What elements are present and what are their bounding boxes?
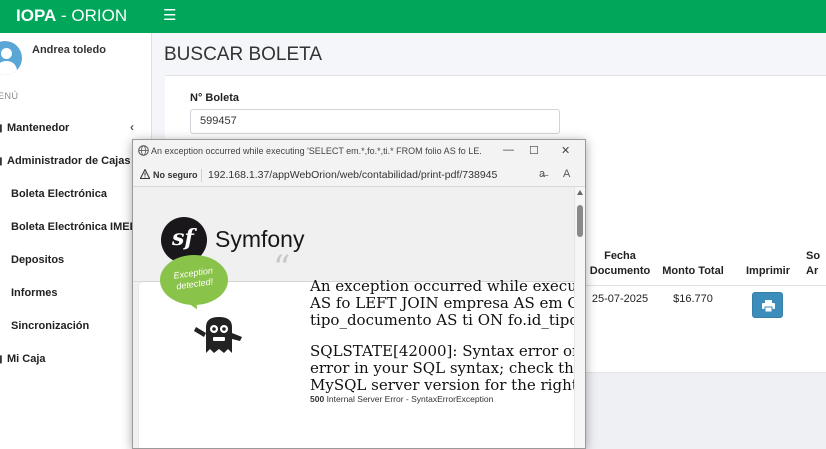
column-header-partial: So Ar xyxy=(806,250,821,277)
url-text[interactable]: 192.168.1.37/appWebOrion/web/contabilida… xyxy=(208,169,497,181)
sidebar-item-mi-caja[interactable]: ▮ Mi Caja xyxy=(0,351,151,371)
cell-monto: $16.770 xyxy=(673,293,713,305)
address-bar[interactable]: No seguro 192.168.1.37/appWebOrion/web/c… xyxy=(133,164,585,187)
quote-mark-icon: “ xyxy=(273,248,291,288)
browser-popup-window[interactable]: An exception occurred while executing 'S… xyxy=(132,139,586,449)
wallet-icon: ▮ xyxy=(0,354,5,365)
close-icon[interactable]: ✕ xyxy=(561,144,570,157)
framework-name: Symfony xyxy=(215,226,305,252)
column-header-fecha-documento: Fecha Documento xyxy=(589,250,651,277)
security-status[interactable]: No seguro xyxy=(153,170,198,180)
hamburger-menu-icon[interactable]: ☰ xyxy=(163,6,176,24)
sidebar-item-mantenedor[interactable]: ▮ Mantenedor ‹ xyxy=(0,120,151,140)
exception-message: An exception occurred while executing ' … xyxy=(310,277,586,394)
text-size-icon[interactable]: A xyxy=(563,168,570,180)
user-avatar xyxy=(0,41,22,75)
scrollbar-thumb[interactable] xyxy=(577,205,583,237)
read-aloud-icon[interactable]: a̶ xyxy=(539,168,545,180)
maximize-icon[interactable]: ☐ xyxy=(529,144,539,157)
sidebar-item-informes[interactable]: ♮ Informes xyxy=(0,285,151,305)
folder-icon: ▮ xyxy=(0,123,5,134)
popup-scrollbar[interactable] xyxy=(574,187,585,448)
globe-icon xyxy=(138,145,149,156)
sidebar-item-boleta-electronica-imed[interactable]: Boleta Electrónica IMED xyxy=(0,219,151,239)
popup-title-bar[interactable]: An exception occurred while executing 'S… xyxy=(133,140,585,164)
page-title: BUSCAR BOLETA xyxy=(164,44,323,65)
table-header-divider xyxy=(575,285,826,286)
warning-icon xyxy=(140,169,150,179)
popup-title-text: An exception occurred while executing 'S… xyxy=(151,146,481,156)
top-navbar: IOPA - ORION ☰ xyxy=(0,0,826,33)
menu-header: ENÚ xyxy=(0,91,19,101)
print-button[interactable] xyxy=(752,292,783,318)
sync-icon: ♮ xyxy=(0,321,5,332)
chevron-left-icon: ‹ xyxy=(130,120,134,134)
sidebar: Andrea toledo ENÚ ▮ Mantenedor ‹ ▮ Admin… xyxy=(0,33,152,449)
minimize-icon[interactable]: — xyxy=(503,144,514,156)
cash-register-icon: ▮ xyxy=(0,156,5,167)
brand-logo[interactable]: IOPA - ORION xyxy=(16,6,127,26)
column-header-imprimir: Imprimir xyxy=(745,265,790,277)
scroll-up-icon[interactable] xyxy=(577,190,583,195)
column-header-monto-total: Monto Total xyxy=(662,265,724,277)
report-icon: ♮ xyxy=(0,288,5,299)
sidebar-item-boleta-electronica[interactable]: Boleta Electrónica xyxy=(0,186,151,206)
http-status-line: 500 Internal Server Error - SyntaxErrorE… xyxy=(310,394,494,404)
user-name[interactable]: Andrea toledo xyxy=(32,44,106,56)
ghost-mascot-icon xyxy=(194,317,242,353)
bank-icon: ♮ xyxy=(0,255,5,266)
sidebar-item-administrador-cajas[interactable]: ▮ Administrador de Cajas xyxy=(0,153,151,173)
cell-fecha: 25-07-2025 xyxy=(591,293,649,305)
boleta-number-input[interactable]: 599457 xyxy=(190,109,560,134)
sidebar-item-sincronizacion[interactable]: ♮ Sincronización xyxy=(0,318,151,338)
sidebar-item-depositos[interactable]: ♮ Depositos xyxy=(0,252,151,272)
boleta-number-label: N° Boleta xyxy=(190,92,240,104)
printer-icon xyxy=(762,300,775,312)
